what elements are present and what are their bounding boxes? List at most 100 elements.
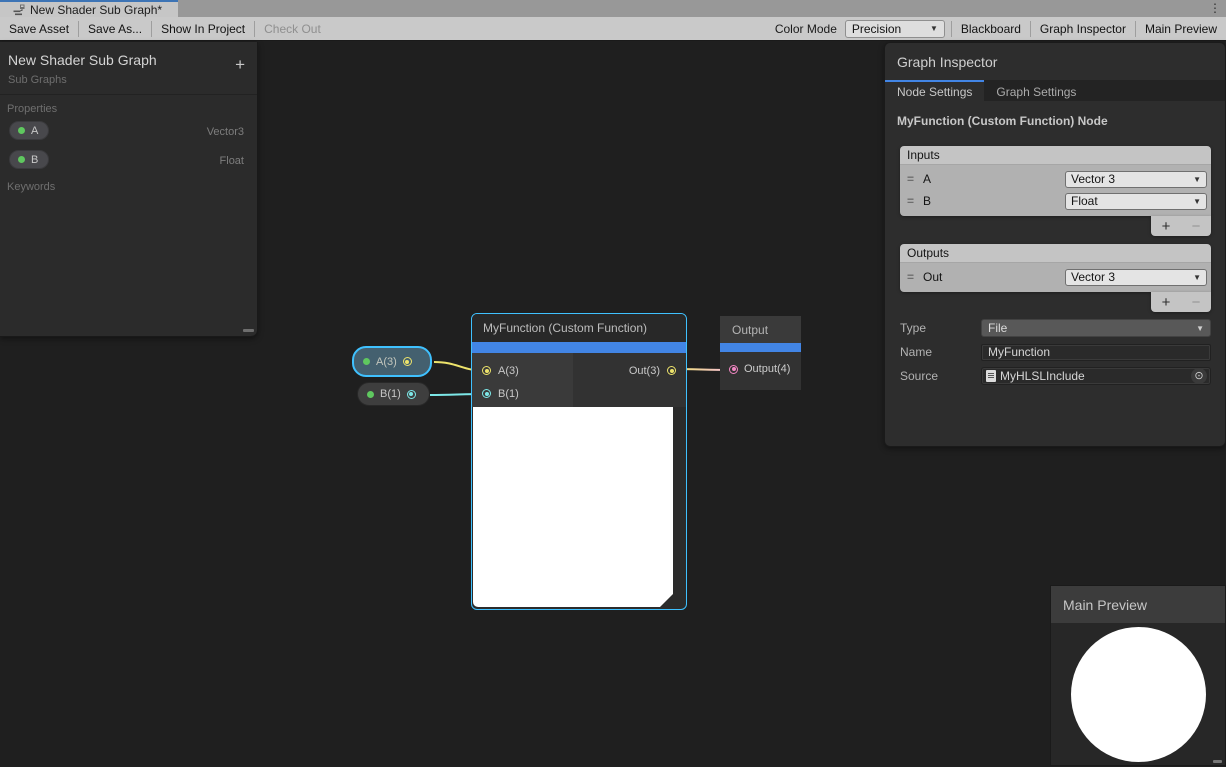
inputs-list-footer: + − xyxy=(1151,216,1211,236)
output-type-value: Vector 3 xyxy=(1071,270,1115,284)
tab-new-shader-sub-graph[interactable]: New Shader Sub Graph* xyxy=(0,0,178,17)
name-input[interactable]: MyFunction xyxy=(981,344,1211,361)
input-type-dropdown[interactable]: Float ▼ xyxy=(1065,193,1207,210)
property-node-b[interactable]: B(1) xyxy=(357,382,430,406)
blackboard-subtitle: Sub Graphs xyxy=(8,74,245,86)
property-dot-icon xyxy=(18,127,25,134)
input-port-row[interactable]: Output(4) xyxy=(720,360,801,378)
graph-inspector-toggle-button[interactable]: Graph Inspector xyxy=(1031,17,1135,40)
file-icon xyxy=(986,370,996,382)
add-output-button[interactable]: + xyxy=(1162,294,1171,311)
property-node-a[interactable]: A(3) xyxy=(352,346,432,377)
panel-resize-handle-icon[interactable] xyxy=(243,329,254,332)
input-port-row[interactable]: A(3) xyxy=(472,359,573,382)
main-preview-viewport[interactable] xyxy=(1051,623,1225,767)
input-port-icon[interactable] xyxy=(482,366,491,375)
node-output-ports: Out(3) xyxy=(573,353,686,407)
blackboard-title: New Shader Sub Graph xyxy=(8,52,245,68)
show-in-project-button[interactable]: Show In Project xyxy=(152,17,254,40)
shader-graph-icon xyxy=(13,4,25,16)
node-input-ports: A(3) B(1) xyxy=(472,353,573,407)
output-node[interactable]: Output Output(4) xyxy=(720,316,801,390)
input-port-label: Output(4) xyxy=(744,363,790,375)
input-port-icon[interactable] xyxy=(729,365,738,374)
main-preview-toggle-button[interactable]: Main Preview xyxy=(1136,17,1226,40)
outputs-list-header: Outputs xyxy=(900,244,1211,263)
source-field-row: Source MyHLSLInclude ⊙ xyxy=(900,367,1211,385)
input-port-icon[interactable] xyxy=(482,389,491,398)
type-dropdown[interactable]: File ▼ xyxy=(981,319,1211,337)
tab-node-settings[interactable]: Node Settings xyxy=(885,80,984,101)
outputs-row-out[interactable]: = Out Vector 3 ▼ xyxy=(900,266,1211,288)
save-asset-button[interactable]: Save Asset xyxy=(0,17,78,40)
output-port-icon[interactable] xyxy=(403,357,412,366)
chevron-down-icon: ▼ xyxy=(1196,324,1204,333)
output-type-dropdown[interactable]: Vector 3 ▼ xyxy=(1065,269,1207,286)
input-port-label: B(1) xyxy=(498,388,519,400)
source-label: Source xyxy=(900,369,981,383)
main-preview-title[interactable]: Main Preview xyxy=(1051,586,1225,623)
drag-handle-icon[interactable]: = xyxy=(907,172,923,186)
node-preview-image xyxy=(473,407,673,607)
type-value: File xyxy=(988,321,1007,335)
type-label: Type xyxy=(900,321,981,335)
custom-function-node[interactable]: MyFunction (Custom Function) A(3) B(1) O… xyxy=(471,313,687,610)
preview-sphere xyxy=(1071,627,1206,762)
check-out-button[interactable]: Check Out xyxy=(255,17,330,40)
input-name: A xyxy=(923,172,1065,186)
keywords-section-label: Keywords xyxy=(0,173,55,193)
input-port-row[interactable]: B(1) xyxy=(472,382,573,405)
panel-resize-handle-icon[interactable] xyxy=(1213,760,1222,763)
output-port-row[interactable]: Out(3) xyxy=(573,359,686,382)
window-overflow-menu-icon[interactable]: ⋮ xyxy=(1209,1,1221,16)
add-input-button[interactable]: + xyxy=(1162,218,1171,235)
output-port-icon[interactable] xyxy=(667,366,676,375)
input-name: B xyxy=(923,194,1065,208)
drag-handle-icon[interactable]: = xyxy=(907,270,923,284)
window-tab-strip: New Shader Sub Graph* ⋮ xyxy=(0,0,1226,17)
chevron-down-icon: ▼ xyxy=(1193,273,1201,282)
blackboard-property-b[interactable]: B xyxy=(9,150,49,169)
node-title[interactable]: MyFunction (Custom Function) xyxy=(472,314,686,342)
chevron-down-icon: ▼ xyxy=(1193,175,1201,184)
inputs-row-a[interactable]: = A Vector 3 ▼ xyxy=(900,168,1211,190)
tab-graph-settings[interactable]: Graph Settings xyxy=(984,80,1088,101)
drag-handle-icon[interactable]: = xyxy=(907,194,923,208)
blackboard-toggle-button[interactable]: Blackboard xyxy=(952,17,1030,40)
blackboard-header[interactable]: New Shader Sub Graph + Sub Graphs xyxy=(0,42,257,95)
name-field-row: Name MyFunction xyxy=(900,343,1211,361)
remove-input-button[interactable]: − xyxy=(1192,218,1201,235)
save-as-button[interactable]: Save As... xyxy=(79,17,151,40)
input-type-dropdown[interactable]: Vector 3 ▼ xyxy=(1065,171,1207,188)
property-dot-icon xyxy=(367,391,374,398)
preview-resize-handle-icon[interactable] xyxy=(660,594,673,607)
output-name: Out xyxy=(923,270,1065,284)
inputs-row-b[interactable]: = B Float ▼ xyxy=(900,190,1211,212)
name-label: Name xyxy=(900,345,981,359)
toolbar: Save Asset Save As... Show In Project Ch… xyxy=(0,17,1226,41)
property-name: B xyxy=(31,154,38,166)
outputs-list: Outputs = Out Vector 3 ▼ + − xyxy=(900,244,1211,292)
outputs-list-footer: + − xyxy=(1151,292,1211,312)
property-dot-icon xyxy=(18,156,25,163)
name-value: MyFunction xyxy=(988,345,1050,359)
source-object-field[interactable]: MyHLSLInclude ⊙ xyxy=(981,367,1211,385)
property-type-label: Vector3 xyxy=(207,126,244,138)
add-property-button[interactable]: + xyxy=(235,58,245,72)
node-accent-bar xyxy=(720,343,801,352)
blackboard-property-a[interactable]: A xyxy=(9,121,49,140)
object-picker-icon[interactable]: ⊙ xyxy=(1191,368,1207,384)
main-preview-panel: Main Preview xyxy=(1050,585,1226,766)
node-title[interactable]: Output xyxy=(720,316,801,343)
inputs-list-header: Inputs xyxy=(900,146,1211,165)
output-port-icon[interactable] xyxy=(407,390,416,399)
color-mode-dropdown[interactable]: Precision ▼ xyxy=(845,20,945,38)
input-port-label: A(3) xyxy=(498,365,519,377)
property-node-label: A(3) xyxy=(376,356,397,368)
output-port-label: Out(3) xyxy=(629,365,660,377)
property-dot-icon xyxy=(363,358,370,365)
inputs-list: Inputs = A Vector 3 ▼ = B Float ▼ + − xyxy=(900,146,1211,216)
properties-section-label: Properties xyxy=(0,95,257,115)
remove-output-button[interactable]: − xyxy=(1192,294,1201,311)
chevron-down-icon: ▼ xyxy=(930,24,938,33)
